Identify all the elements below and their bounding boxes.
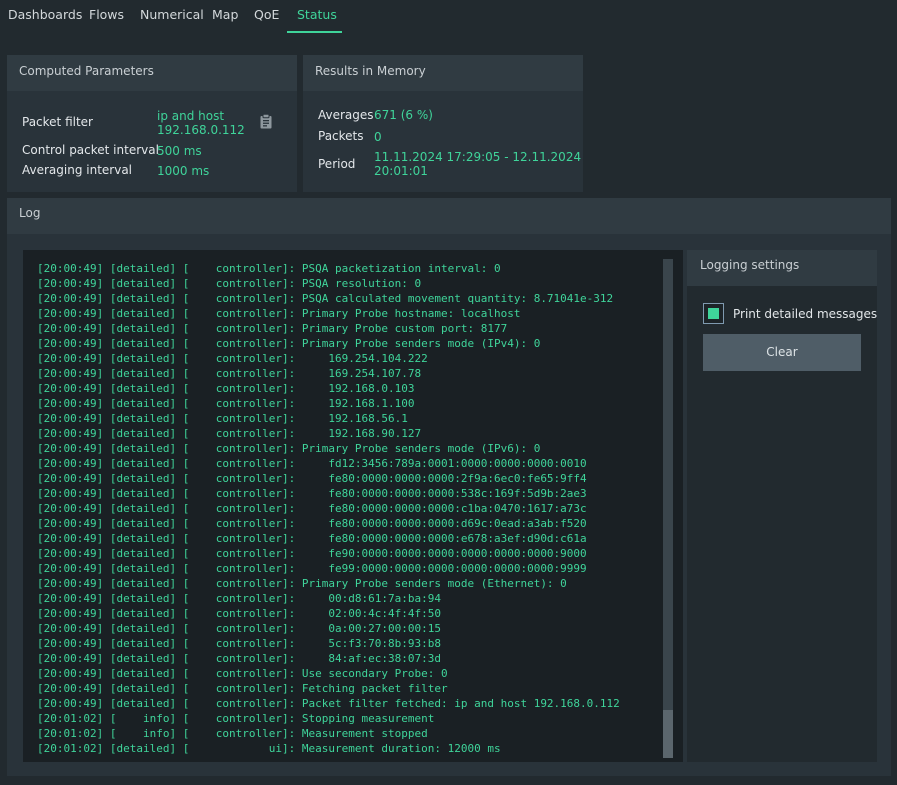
log-line: [20:00:49] [detailed] [ controller]: Fet… — [37, 682, 448, 695]
log-line: [20:00:49] [detailed] [ controller]: fd1… — [37, 457, 587, 470]
log-line: [20:00:49] [detailed] [ controller]: 192… — [37, 412, 408, 425]
packets-value: 0 — [374, 130, 382, 144]
results-in-memory-panel: Results in Memory — [303, 55, 583, 192]
log-line: [20:00:49] [detailed] [ controller]: 0a:… — [37, 622, 441, 635]
averages-label: Averages — [318, 108, 374, 122]
log-output[interactable]: [20:00:49] [detailed] [ controller]: PSQ… — [23, 250, 683, 762]
log-line: [20:00:49] [detailed] [ controller]: Pac… — [37, 697, 620, 710]
results-in-memory-title: Results in Memory — [303, 55, 583, 91]
log-line: [20:00:49] [detailed] [ controller]: fe8… — [37, 487, 587, 500]
log-title: Log — [7, 198, 891, 234]
log-line: [20:00:49] [detailed] [ controller]: Use… — [37, 667, 448, 680]
log-line: [20:00:49] [detailed] [ controller]: Pri… — [37, 442, 541, 455]
log-line: [20:00:49] [detailed] [ controller]: PSQ… — [37, 262, 501, 275]
log-scrollbar[interactable] — [663, 259, 673, 758]
tab-numerical[interactable]: Numerical — [140, 0, 204, 33]
log-line: [20:00:49] [detailed] [ controller]: fe8… — [37, 532, 587, 545]
computed-parameters-title: Computed Parameters — [7, 55, 297, 91]
period-value-line2: 20:01:01 — [374, 164, 428, 178]
clear-button[interactable]: Clear — [703, 334, 861, 371]
period-value-line1: 11.11.2024 17:29:05 - 12.11.2024 — [374, 150, 582, 164]
packets-label: Packets — [318, 129, 364, 143]
averages-value: 671 (6 %) — [374, 108, 433, 122]
log-line: [20:00:49] [detailed] [ controller]: 192… — [37, 382, 415, 395]
clipboard-icon[interactable] — [258, 113, 274, 129]
packet-filter-value-line2: 192.168.0.112 — [157, 123, 245, 137]
packet-filter-value-line1: ip and host — [157, 109, 225, 123]
log-line: [20:00:49] [detailed] [ controller]: fe8… — [37, 517, 587, 530]
log-line: [20:00:49] [detailed] [ controller]: Pri… — [37, 577, 567, 590]
log-line: [20:00:49] [detailed] [ controller]: Pri… — [37, 322, 508, 335]
tab-map[interactable]: Map — [212, 0, 238, 33]
checkbox-check-mark — [708, 308, 719, 319]
log-line: [20:01:02] [ info] [ controller]: Measur… — [37, 727, 428, 740]
logging-settings-panel: Logging settings — [687, 250, 877, 762]
log-line: [20:00:49] [detailed] [ controller]: 192… — [37, 397, 415, 410]
log-line: [20:00:49] [detailed] [ controller]: 5c:… — [37, 637, 441, 650]
tab-dashboards[interactable]: Dashboards — [8, 0, 82, 33]
log-line: [20:00:49] [detailed] [ controller]: Pri… — [37, 337, 541, 350]
control-packet-interval-value: 500 ms — [157, 144, 202, 158]
logging-settings-title: Logging settings — [687, 250, 877, 286]
print-detailed-label[interactable]: Print detailed messages — [733, 307, 877, 321]
tab-status[interactable]: Status — [287, 0, 342, 33]
tab-flows[interactable]: Flows — [89, 0, 124, 33]
averaging-interval-value: 1000 ms — [157, 164, 210, 178]
log-line: [20:00:49] [detailed] [ controller]: 192… — [37, 427, 422, 440]
log-line: [20:00:49] [detailed] [ controller]: 00:… — [37, 592, 441, 605]
log-line: [20:00:49] [detailed] [ controller]: PSQ… — [37, 277, 422, 290]
log-line: [20:00:49] [detailed] [ controller]: fe8… — [37, 502, 587, 515]
log-line: [20:00:49] [detailed] [ controller]: 169… — [37, 352, 428, 365]
log-line: [20:00:49] [detailed] [ controller]: 84:… — [37, 652, 441, 665]
averaging-interval-label: Averaging interval — [22, 163, 133, 177]
log-line: [20:01:02] [detailed] [ ui]: Measurement… — [37, 742, 501, 755]
control-packet-interval-label: Control packet interval — [22, 143, 159, 157]
log-line: [20:00:49] [detailed] [ controller]: 169… — [37, 367, 422, 380]
log-line: [20:00:49] [detailed] [ controller]: fe9… — [37, 547, 587, 560]
log-line: [20:01:02] [ info] [ controller]: Stoppi… — [37, 712, 435, 725]
log-line: [20:00:49] [detailed] [ controller]: fe8… — [37, 472, 587, 485]
log-line: [20:00:49] [detailed] [ controller]: 02:… — [37, 607, 441, 620]
log-scrollbar-thumb[interactable] — [663, 710, 673, 758]
print-detailed-checkbox[interactable] — [703, 303, 724, 324]
log-lines: [20:00:49] [detailed] [ controller]: PSQ… — [37, 261, 620, 756]
period-label: Period — [318, 157, 356, 171]
log-line: [20:00:49] [detailed] [ controller]: fe9… — [37, 562, 587, 575]
log-line: [20:00:49] [detailed] [ controller]: Pri… — [37, 307, 521, 320]
log-line: [20:00:49] [detailed] [ controller]: PSQ… — [37, 292, 614, 305]
packet-filter-label: Packet filter — [22, 115, 93, 129]
top-navigation: Dashboards Flows Numerical Map QoE Statu… — [0, 0, 897, 34]
tab-qoe[interactable]: QoE — [254, 0, 279, 33]
